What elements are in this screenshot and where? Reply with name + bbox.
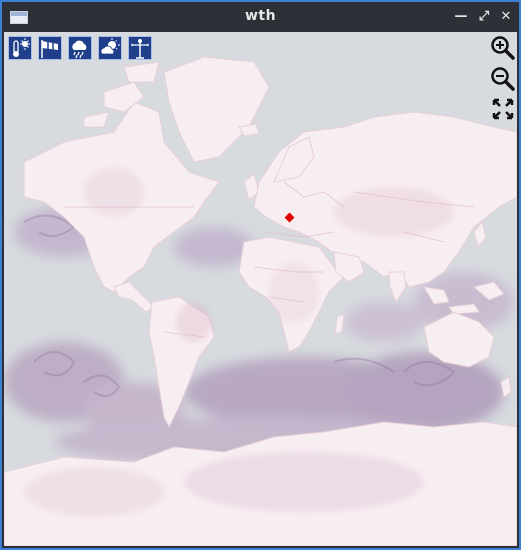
zoom-in-button[interactable]	[489, 34, 517, 62]
window-title: wth	[244, 8, 277, 24]
zoom-out-icon	[491, 67, 515, 91]
fullscreen-button[interactable]	[489, 95, 517, 123]
close-icon: ✕	[500, 9, 512, 24]
windsock-icon	[41, 40, 58, 58]
pressure-layer-button[interactable]	[128, 36, 152, 60]
temperature-layer-button[interactable]	[8, 36, 32, 60]
restore-icon: ⤢	[478, 9, 490, 24]
title-bar[interactable]: wth — ⤢ ✕	[2, 2, 519, 32]
fullscreen-icon	[492, 98, 514, 120]
minimize-button[interactable]: —	[453, 9, 469, 25]
weather-station-icon	[131, 39, 149, 59]
map-canvas[interactable]	[4, 32, 517, 546]
weather-map[interactable]	[4, 32, 517, 546]
cloud-sun-icon	[100, 38, 120, 55]
zoom-out-button[interactable]	[489, 65, 517, 93]
thermometer-sun-icon	[13, 38, 30, 57]
cloud-rain-icon	[72, 40, 87, 59]
minimize-icon: —	[454, 9, 468, 24]
precipitation-layer-button[interactable]	[68, 36, 92, 60]
wind-layer-button[interactable]	[38, 36, 62, 60]
close-button[interactable]: ✕	[498, 9, 514, 25]
app-window: wth — ⤢ ✕	[0, 0, 521, 550]
zoom-in-icon	[491, 36, 515, 60]
clouds-layer-button[interactable]	[98, 36, 122, 60]
restore-button[interactable]: ⤢	[476, 9, 492, 25]
